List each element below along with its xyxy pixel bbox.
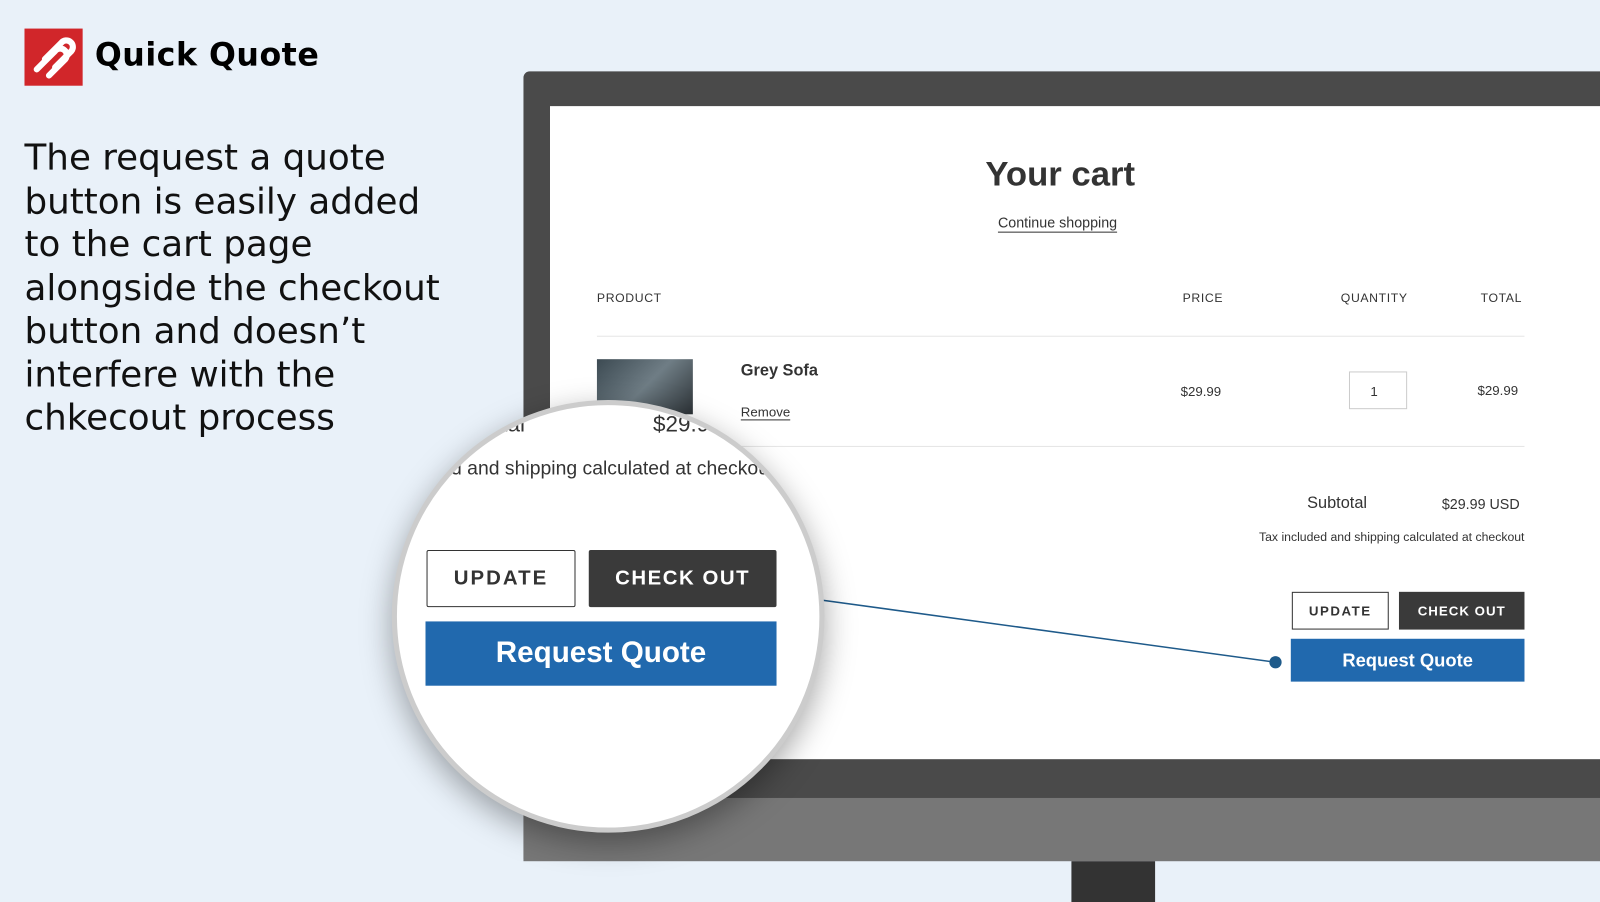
magnified-checkout-button: CHECK OUT <box>588 549 777 608</box>
stage: Quick Quote The request a quote button i… <box>0 0 1600 902</box>
magnifier-lens: otal $29.9 d and shipping calculated at … <box>391 399 825 833</box>
magnified-price: $29.9 <box>653 411 710 437</box>
magnified-update-button: UPDATE <box>426 549 576 608</box>
connector-line <box>799 591 1282 669</box>
connector-dot-end <box>1269 656 1282 669</box>
magnified-request-quote-button: Request Quote <box>425 621 777 686</box>
magnified-subtotal: otal <box>488 411 525 437</box>
magnified-tax-note: d and shipping calculated at checkout <box>451 458 775 480</box>
